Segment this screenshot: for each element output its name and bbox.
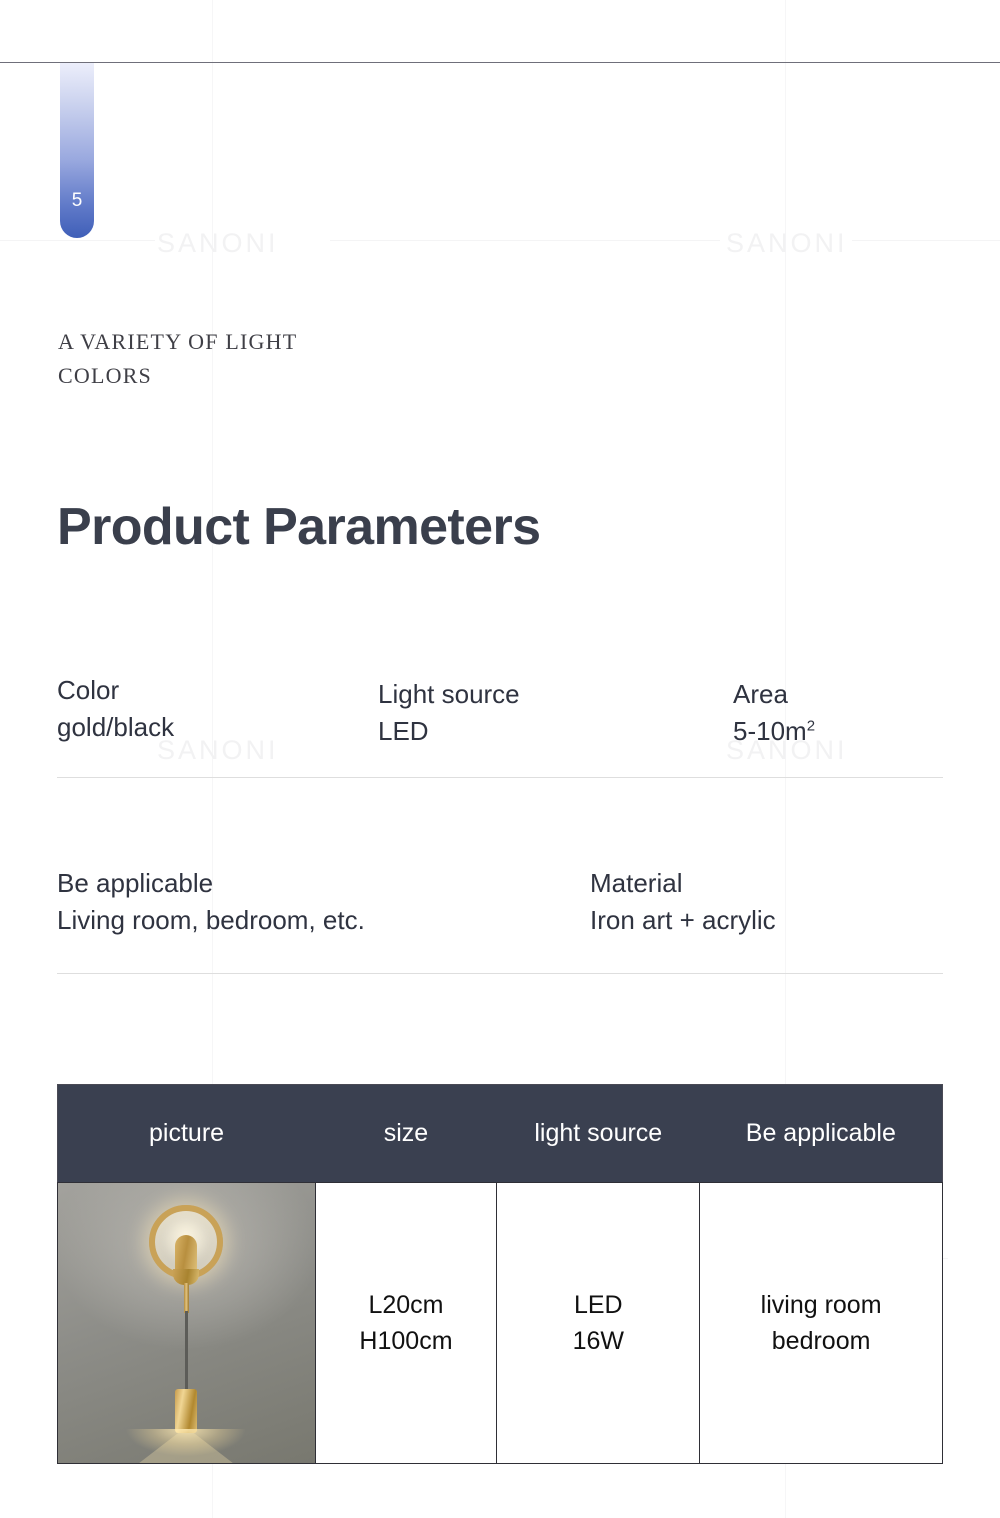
- page-number-badge: 5: [60, 63, 94, 238]
- lamp-cord-shape: [184, 1311, 188, 1395]
- lamp-floor-glow: [111, 1429, 262, 1463]
- page-number-label: 5: [71, 190, 83, 211]
- spec-label: Light source: [378, 679, 520, 709]
- spec-label: Area: [733, 679, 788, 709]
- table-body: L20cm H100cm LED 16W living room bedroom: [57, 1182, 943, 1464]
- cell-size: L20cm H100cm: [314, 1182, 498, 1464]
- cell-light-source: LED 16W: [496, 1182, 701, 1464]
- spec-value: Living room, bedroom, etc.: [57, 904, 365, 935]
- lamp-rod-shape: [183, 1283, 189, 1313]
- eyebrow-line-2: COLORS: [58, 363, 152, 389]
- watermark-rule: [330, 240, 720, 241]
- spec-item-color: Color gold/black: [57, 672, 174, 746]
- spec-divider-2: [57, 973, 943, 974]
- cell-light-source-line-2: 16W: [572, 1327, 624, 1355]
- top-divider-line: [0, 62, 1000, 63]
- column-header-picture: picture: [57, 1084, 316, 1183]
- table-header-row: picture size light source Be applicable: [57, 1084, 943, 1183]
- brand-watermark: SANONI: [726, 228, 848, 258]
- spec-value: Iron art + acrylic: [590, 904, 776, 935]
- product-image-cell: [57, 1182, 316, 1464]
- cell-be-applicable: living room bedroom: [699, 1182, 943, 1464]
- page-title: Product Parameters: [57, 498, 541, 556]
- cell-light-source-line-1: LED: [573, 1290, 623, 1319]
- table-header: picture size light source Be applicable: [57, 1084, 943, 1183]
- wall-lamp-illustration: [58, 1183, 315, 1463]
- spec-value: 5-10m2: [733, 713, 815, 750]
- watermark-rule: [852, 240, 1000, 241]
- spec-item-area: Area 5-10m2: [733, 676, 815, 750]
- product-detail-page: 5 SANONI SANONI SANONI SANONI SANONI A V…: [0, 0, 1000, 1518]
- spec-value: gold/black: [57, 711, 175, 742]
- watermark-rule: [0, 240, 155, 241]
- eyebrow-line-1: A VARIETY OF LIGHT: [58, 329, 298, 354]
- spec-item-light-source: Light source LED: [378, 676, 520, 750]
- spec-item-be-applicable: Be applicable Living room, bedroom, etc.: [57, 865, 365, 939]
- spec-label: Be applicable: [57, 868, 214, 898]
- column-header-light-source: light source: [496, 1084, 700, 1183]
- brand-watermark: SANONI: [157, 228, 279, 258]
- column-header-be-applicable: Be applicable: [699, 1084, 943, 1183]
- brand-watermark: SANONI: [157, 735, 279, 765]
- cell-size-line-2: H100cm: [359, 1327, 453, 1355]
- spec-divider-1: [57, 777, 943, 778]
- table-row: L20cm H100cm LED 16W living room bedroom: [57, 1182, 943, 1464]
- spec-item-material: Material Iron art + acrylic: [590, 865, 776, 939]
- cell-size-line-1: L20cm: [368, 1290, 444, 1319]
- spec-value: LED: [378, 715, 429, 746]
- cell-be-applicable-line-2: bedroom: [771, 1327, 871, 1355]
- product-spec-table: picture size light source Be applicable: [57, 1084, 943, 1464]
- section-eyebrow: A VARIETY OF LIGHT COLORS: [58, 325, 388, 393]
- lamp-cylinder-shade: [175, 1389, 198, 1433]
- spec-value-text: 5-10m: [733, 715, 807, 746]
- spec-value-superscript: 2: [806, 717, 816, 735]
- spec-label: Color: [57, 675, 120, 705]
- cell-be-applicable-line-1: living room: [760, 1290, 882, 1319]
- spec-label: Material: [590, 868, 683, 898]
- column-header-size: size: [315, 1084, 497, 1183]
